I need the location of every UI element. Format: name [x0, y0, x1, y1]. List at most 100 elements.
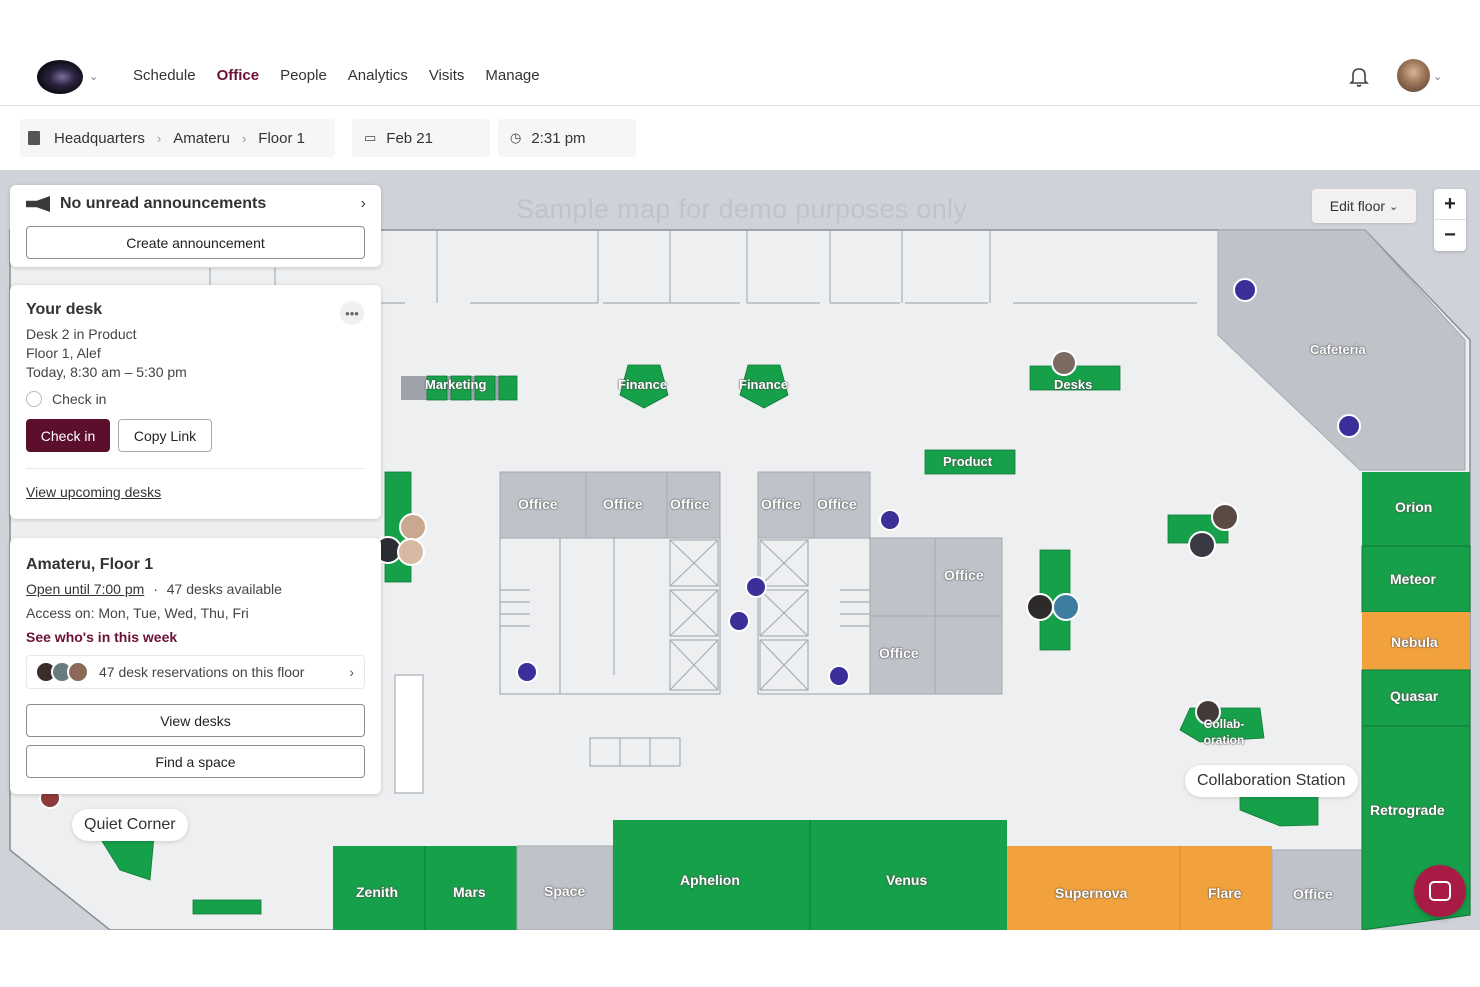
date-picker[interactable]: ▭ Feb 21 — [352, 119, 490, 157]
room-label-space[interactable]: Space — [544, 883, 585, 899]
building-icon — [28, 131, 40, 145]
room-label-retrograde[interactable]: Retrograde — [1370, 802, 1445, 818]
room-label-zenith[interactable]: Zenith — [356, 884, 398, 900]
room-label-office[interactable]: Office — [879, 645, 919, 661]
announcements-title: No unread announcements — [60, 195, 267, 212]
breadcrumb-floor[interactable]: Floor 1 — [258, 130, 305, 147]
create-announcement-button[interactable]: Create announcement — [26, 226, 365, 259]
separator: · — [153, 581, 158, 597]
zone-label-collaboration[interactable]: Collab-oration — [1196, 716, 1252, 748]
nav-manage[interactable]: Manage — [485, 67, 539, 84]
desk-floor: Floor 1, Alef — [26, 345, 101, 361]
chevron-right-icon: › — [156, 130, 162, 146]
view-desks-button[interactable]: View desks — [26, 704, 365, 737]
desk-name: Desk 2 in Product — [26, 326, 137, 342]
chevron-right-icon[interactable]: › — [361, 195, 366, 213]
room-label-quasar[interactable]: Quasar — [1390, 688, 1438, 704]
room-label-office[interactable]: Office — [670, 496, 710, 512]
tooltip-collaboration-station: Collaboration Station — [1185, 765, 1358, 797]
nav-people[interactable]: People — [280, 67, 327, 84]
room-label-flare[interactable]: Flare — [1208, 885, 1241, 901]
room-label-office[interactable]: Office — [603, 496, 643, 512]
desks-available: 47 desks available — [166, 581, 282, 597]
edit-floor-button[interactable]: Edit floor ⌄ — [1312, 189, 1416, 223]
zone-label-finance[interactable]: Finance — [618, 377, 667, 392]
chevron-right-icon: › — [241, 130, 247, 146]
room-label-office[interactable]: Office — [817, 496, 857, 512]
chevron-right-icon[interactable]: › — [349, 664, 354, 680]
nav-analytics[interactable]: Analytics — [348, 67, 408, 84]
check-in-button[interactable]: Check in — [26, 419, 110, 452]
see-whos-in-link[interactable]: See who's in this week — [26, 629, 177, 645]
room-label-aphelion[interactable]: Aphelion — [680, 872, 740, 888]
view-upcoming-desks-link[interactable]: View upcoming desks — [26, 484, 161, 500]
zoom-control: + − — [1434, 189, 1466, 251]
megaphone-icon — [26, 196, 50, 212]
your-desk-panel: Your desk ••• Desk 2 in Product Floor 1,… — [10, 285, 381, 519]
zoom-in-button[interactable]: + — [1434, 189, 1466, 220]
reservations-count: 47 desk reservations on this floor — [99, 664, 305, 680]
zoom-out-button[interactable]: − — [1434, 220, 1466, 251]
zone-label-product[interactable]: Product — [943, 454, 992, 469]
floor-info-panel: Amateru, Floor 1 Open until 7:00 pm · 47… — [10, 538, 381, 794]
calendar-icon: ▭ — [364, 130, 377, 145]
time-value: 2:31 pm — [531, 129, 586, 147]
room-label-orion[interactable]: Orion — [1395, 499, 1432, 515]
check-in-radio-label: Check in — [52, 391, 107, 407]
avatar — [67, 661, 89, 683]
floor-info-title: Amateru, Floor 1 — [26, 556, 154, 573]
announcements-row[interactable]: No unread announcements › — [26, 195, 366, 213]
room-label-venus[interactable]: Venus — [886, 872, 927, 888]
company-logo[interactable] — [37, 60, 83, 94]
tooltip-quiet-corner: Quiet Corner — [72, 809, 188, 841]
room-label-supernova[interactable]: Supernova — [1055, 885, 1127, 901]
breadcrumb-area[interactable]: Amateru — [173, 130, 230, 147]
nav-office[interactable]: Office — [217, 67, 260, 84]
access-days: Access on: Mon, Tue, Wed, Thu, Fri — [26, 605, 249, 621]
breadcrumb-building[interactable]: Headquarters — [54, 130, 145, 147]
breadcrumb[interactable]: Headquarters › Amateru › Floor 1 — [20, 119, 335, 157]
room-label-meteor[interactable]: Meteor — [1390, 571, 1436, 587]
top-nav: ⌄ Schedule Office People Analytics Visit… — [0, 44, 1480, 106]
chevron-down-icon[interactable]: ⌄ — [89, 70, 98, 83]
more-options-icon[interactable]: ••• — [340, 301, 364, 325]
room-label-office[interactable]: Office — [1293, 886, 1333, 902]
bell-icon[interactable] — [1347, 64, 1371, 88]
clock-icon: ◷ — [510, 130, 522, 145]
your-desk-title: Your desk — [26, 301, 103, 318]
location-bar: Headquarters › Amateru › Floor 1 ▭ Feb 2… — [0, 107, 1480, 170]
check-in-radio[interactable]: Check in — [26, 391, 106, 407]
avatar-stack — [35, 661, 89, 683]
zone-label-marketing[interactable]: Marketing — [425, 377, 486, 392]
edit-floor-label: Edit floor — [1329, 198, 1386, 214]
chat-button[interactable] — [1414, 865, 1466, 917]
app-root: ⌄ Schedule Office People Analytics Visit… — [0, 0, 1480, 987]
zone-label-finance[interactable]: Finance — [739, 377, 788, 392]
main-nav: Schedule Office People Analytics Visits … — [133, 67, 540, 84]
room-label-office[interactable]: Office — [518, 496, 558, 512]
desk-time: Today, 8:30 am – 5:30 pm — [26, 364, 187, 380]
nav-schedule[interactable]: Schedule — [133, 67, 196, 84]
divider — [26, 468, 365, 469]
announcements-panel: No unread announcements › Create announc… — [10, 185, 381, 267]
floor-hours-line: Open until 7:00 pm · 47 desks available — [26, 581, 282, 597]
room-label-nebula[interactable]: Nebula — [1391, 634, 1438, 650]
date-value: Feb 21 — [386, 129, 433, 147]
chat-icon — [1429, 881, 1451, 901]
room-label-cafeteria[interactable]: Cafeteria — [1310, 342, 1366, 357]
reservations-row[interactable]: 47 desk reservations on this floor › — [26, 655, 365, 689]
time-picker[interactable]: ◷ 2:31 pm — [498, 119, 636, 157]
find-a-space-button[interactable]: Find a space — [26, 745, 365, 778]
room-label-office[interactable]: Office — [944, 567, 984, 583]
room-label-mars[interactable]: Mars — [453, 884, 486, 900]
chevron-down-icon: ⌄ — [1389, 200, 1399, 213]
nav-visits[interactable]: Visits — [429, 67, 465, 84]
demo-watermark: Sample map for demo purposes only — [516, 194, 968, 224]
copy-link-button[interactable]: Copy Link — [118, 419, 212, 452]
user-avatar[interactable] — [1397, 59, 1430, 92]
radio-circle-icon[interactable] — [26, 391, 42, 407]
room-label-office[interactable]: Office — [761, 496, 801, 512]
chevron-down-icon[interactable]: ⌄ — [1433, 70, 1442, 83]
zone-label-desks[interactable]: Desks — [1054, 377, 1092, 392]
open-until-link[interactable]: Open until 7:00 pm — [26, 581, 144, 597]
